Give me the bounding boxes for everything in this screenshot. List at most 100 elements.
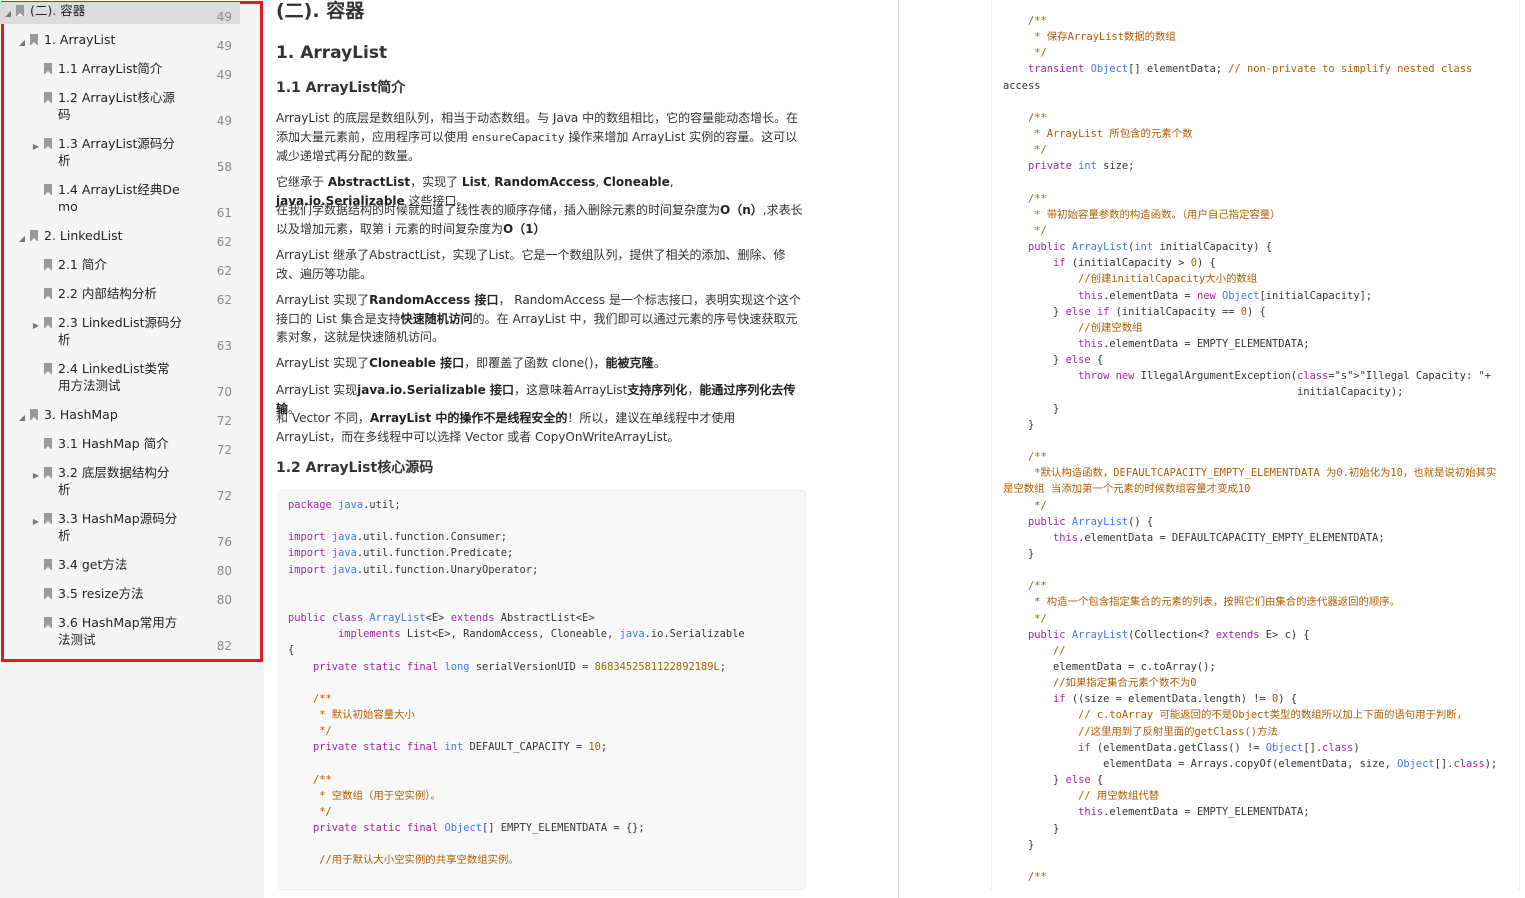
- bookmark-icon: [30, 230, 38, 241]
- code-line: //: [1003, 644, 1066, 657]
- outline-item[interactable]: 3.6 HashMap常用方 法测试 82: [0, 614, 240, 654]
- outline-item[interactable]: ◢ (二). 容器 49: [0, 2, 240, 24]
- code-line: this.elementData = new Object[initialCap…: [1078, 289, 1373, 302]
- collapse-arrow-icon[interactable]: ◢: [18, 409, 26, 426]
- code-line: /**: [1003, 451, 1047, 464]
- outline-item[interactable]: 1.4 ArrayList经典De mo 61: [0, 181, 240, 221]
- page-margin-rule-right: [1519, 0, 1520, 890]
- code-line: }: [1003, 822, 1060, 835]
- bookmark-icon: [16, 5, 24, 16]
- heading-arraylist: 1. ArrayList: [276, 43, 388, 63]
- page-margin-rule-left: [991, 0, 992, 890]
- code-line: /**: [1003, 580, 1047, 593]
- outline-item[interactable]: 3.4 get方法 80: [0, 556, 240, 578]
- outline-item[interactable]: ▶ 2.3 LinkedList源码分析 63: [0, 314, 240, 354]
- code-line: if (initialCapacity > 0) {: [1053, 257, 1216, 270]
- outline-item[interactable]: 2.4 LinkedList类常 用方法测试 70: [0, 360, 240, 400]
- code-line: } else {: [1003, 774, 1104, 787]
- bookmark-icon: [30, 409, 38, 420]
- code-line: private int size;: [1028, 160, 1135, 173]
- code-line: } else {: [1003, 354, 1104, 367]
- outline-item-page: 49: [216, 10, 232, 24]
- outline-item[interactable]: 2.2 内部结构分析 62: [0, 285, 240, 307]
- bookmark-icon: [44, 317, 52, 328]
- expand-arrow-icon[interactable]: ▶: [32, 513, 40, 530]
- code-line: /**: [1003, 111, 1047, 124]
- outline-item-page: 49: [216, 39, 232, 53]
- outline-item[interactable]: 3.5 resize方法 80: [0, 585, 240, 607]
- code-line: import java.util.function.Predicate;: [288, 547, 514, 560]
- outline-item-label: 1. ArrayList: [44, 32, 116, 47]
- code-line: * 保存ArrayList数据的数组: [1003, 31, 1176, 44]
- code-line: * ArrayList 所包含的元素个数: [1003, 128, 1193, 141]
- outline-item[interactable]: 2.1 简介 62: [0, 256, 240, 278]
- bookmark-icon: [44, 138, 52, 149]
- outline-item-label: 3.5 resize方法: [58, 586, 144, 601]
- code-line: // c.toArray 可能返回的不是Object类型的数组所以加上下面的语句…: [1003, 709, 1468, 722]
- code-line: //如果指定集合元素个数不为0: [1003, 677, 1197, 690]
- code-line: * 默认初始容量大小: [288, 708, 415, 721]
- bookmark-icon: [44, 438, 52, 449]
- expand-arrow-icon[interactable]: ▶: [32, 317, 40, 334]
- collapse-arrow-icon[interactable]: ◢: [18, 34, 26, 51]
- code-line: // 用空数组代替: [1003, 790, 1160, 803]
- outline-item-label: 2.3 LinkedList源码分析: [58, 315, 182, 347]
- code-line: throw new IllegalArgumentException(class…: [1078, 370, 1491, 383]
- collapse-arrow-icon[interactable]: ◢: [4, 5, 12, 22]
- paragraph-4: ArrayList 继承了AbstractList，实现了List。它是一个数组…: [276, 248, 786, 281]
- outline-item[interactable]: ◢ 1. ArrayList 49: [0, 31, 240, 53]
- bookmark-icon: [30, 34, 38, 45]
- code-line: */: [1003, 47, 1047, 60]
- expand-arrow-icon[interactable]: ▶: [32, 467, 40, 484]
- outline-item[interactable]: ▶ 3.3 HashMap源码分析 76: [0, 510, 240, 550]
- outline-item-page: 72: [216, 414, 232, 428]
- code-line: elementData = c.toArray();: [1003, 661, 1216, 673]
- outline-item-label: 1.3 ArrayList源码分析: [58, 136, 175, 168]
- code-line: }: [1003, 418, 1035, 431]
- outline-item-label: 2.4 LinkedList类常 用方法测试: [58, 361, 170, 393]
- outline-item-page: 58: [216, 160, 232, 174]
- outline-item-label: 3.2 底层数据结构分析: [58, 465, 170, 497]
- heading-container: (二). 容器: [276, 0, 365, 22]
- outline-item-label: 3.4 get方法: [58, 557, 128, 572]
- outline-item[interactable]: 3.1 HashMap 简介 72: [0, 435, 240, 457]
- outline-item-label: 3.6 HashMap常用方 法测试: [58, 615, 178, 647]
- outline-item[interactable]: 1.2 ArrayList核心源码 49: [0, 89, 240, 129]
- outline-item[interactable]: ▶ 3.2 底层数据结构分析 72: [0, 464, 240, 504]
- outline-item-page: 62: [216, 264, 232, 278]
- code-line: * 带初始容量参数的构造函数。（用户自己指定容量）: [1003, 208, 1281, 221]
- outline-item[interactable]: 1.1 ArrayList简介 49: [0, 60, 240, 82]
- code-line: implements List<E>, RandomAccess, Clonea…: [338, 628, 745, 641]
- bookmark-icon: [44, 559, 52, 570]
- outline-item-label: 2.1 简介: [58, 257, 107, 272]
- outline-item-page: 72: [216, 443, 232, 457]
- code-line: if (elementData.getClass() != Object[].c…: [1078, 741, 1360, 754]
- outline-item[interactable]: ▶ 1.3 ArrayList源码分析 58: [0, 135, 240, 175]
- outline-item-label: 1.1 ArrayList简介: [58, 61, 163, 76]
- outline-item-page: 72: [216, 489, 232, 503]
- bookmark-icon: [44, 288, 52, 299]
- code-line: this.elementData = EMPTY_ELEMENTDATA;: [1078, 806, 1310, 819]
- paragraph-1: ArrayList 的底层是数组队列，相当于动态数组。与 Java 中的数组相比…: [276, 111, 799, 163]
- outline-item[interactable]: ◢ 3. HashMap 72: [0, 406, 240, 428]
- code-line: this.elementData = EMPTY_ELEMENTDATA;: [1078, 338, 1310, 350]
- code-line: * 构造一个包含指定集合的元素的列表，按照它们由集合的迭代器返回的顺序。: [1003, 596, 1401, 609]
- outline-item-page: 80: [216, 593, 232, 607]
- code-line: } else if (initialCapacity == 0) {: [1003, 305, 1266, 318]
- code-line: 是空数组 当添加第一个元素的时候数组容量才变成10: [1003, 483, 1251, 496]
- paragraph-6: ArrayList 实现了Cloneable 接口，即覆盖了函数 clone()…: [276, 356, 666, 370]
- code-line: /**: [1003, 192, 1047, 205]
- outline-item[interactable]: ◢ 2. LinkedList 62: [0, 227, 240, 249]
- expand-arrow-icon[interactable]: ▶: [32, 138, 40, 155]
- outline-item-label: 3. HashMap: [44, 407, 118, 422]
- bookmark-icon: [44, 513, 52, 524]
- collapse-arrow-icon[interactable]: ◢: [18, 230, 26, 247]
- code-line: private static final Object[] EMPTY_ELEM…: [313, 822, 645, 834]
- code-line: initialCapacity);: [1003, 386, 1404, 399]
- outline-item-page: 63: [216, 339, 232, 353]
- code-line: /**: [288, 692, 332, 705]
- code-line: *默认构造函数，DEFAULTCAPACITY_EMPTY_ELEMENTDAT…: [1003, 467, 1497, 480]
- outline-item-label: 1.4 ArrayList经典De mo: [58, 182, 180, 214]
- code-line: public ArrayList(Collection<? extends E>…: [1028, 628, 1310, 641]
- code-line: }: [1003, 402, 1060, 415]
